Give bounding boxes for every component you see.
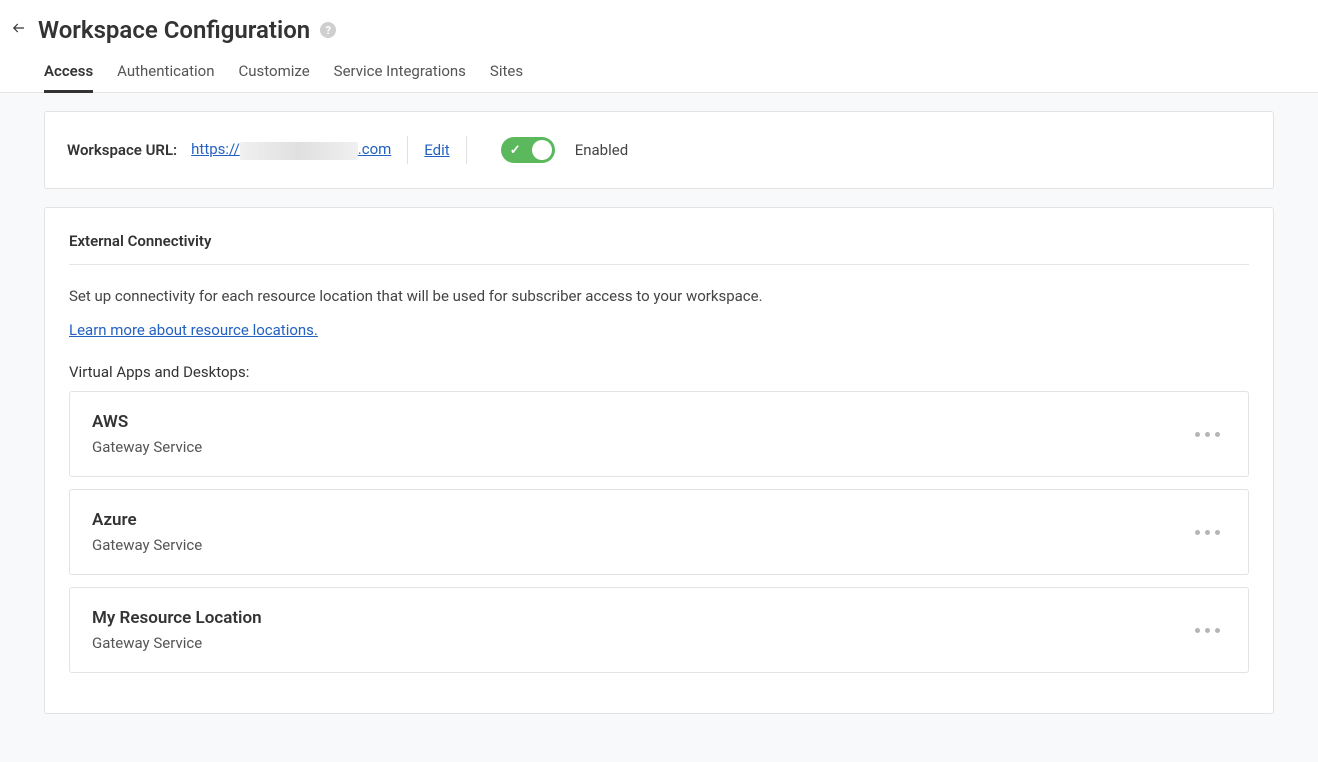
more-menu-icon[interactable] <box>1189 524 1226 541</box>
external-connectivity-description: Set up connectivity for each resource lo… <box>69 287 1249 305</box>
url-prefix: https:// <box>191 140 240 158</box>
resource-location-service: Gateway Service <box>92 536 202 554</box>
url-redacted: xxxxxxxxxxxxxxxx <box>240 142 358 160</box>
external-connectivity-card: External Connectivity Set up connectivit… <box>44 207 1274 714</box>
tab-authentication[interactable]: Authentication <box>117 62 214 92</box>
resource-location-name: AWS <box>92 412 202 432</box>
tab-bar: Access Authentication Customize Service Int… <box>0 44 1318 93</box>
resource-location-name: Azure <box>92 510 202 530</box>
workspace-url-link[interactable]: https://xxxxxxxxxxxxxxxx.com <box>191 140 391 159</box>
page-title: Workspace Configuration <box>38 16 310 44</box>
url-suffix: .com <box>358 140 392 158</box>
resource-location-service: Gateway Service <box>92 438 202 456</box>
resource-location-list: AWSGateway ServiceAzureGateway ServiceMy… <box>69 391 1249 673</box>
check-icon: ✓ <box>510 143 521 158</box>
enable-toggle[interactable]: ✓ <box>501 137 555 163</box>
resource-location-item: My Resource Location Gateway Service <box>69 587 1249 673</box>
external-connectivity-title: External Connectivity <box>69 232 1249 265</box>
toggle-knob <box>532 140 552 160</box>
workspace-url-label: Workspace URL: <box>67 141 177 159</box>
resource-location-item: AWS Gateway Service <box>69 391 1249 477</box>
back-icon[interactable] <box>10 19 28 41</box>
enabled-label: Enabled <box>575 141 628 159</box>
learn-more-link[interactable]: Learn more about resource locations. <box>69 321 318 339</box>
workspace-url-card: Workspace URL: https://xxxxxxxxxxxxxxxx.… <box>44 111 1274 189</box>
resource-location-item: Azure Gateway Service <box>69 489 1249 575</box>
edit-url-link[interactable]: Edit <box>424 141 449 159</box>
tab-service-integrations[interactable]: Service Integrations <box>334 62 466 92</box>
more-menu-icon[interactable] <box>1189 622 1226 639</box>
separator <box>407 136 408 164</box>
help-icon[interactable]: ? <box>320 22 336 38</box>
separator <box>466 136 467 164</box>
resource-location-name: My Resource Location <box>92 608 262 628</box>
content-area: Workspace URL: https://xxxxxxxxxxxxxxxx.… <box>0 93 1318 762</box>
tab-customize[interactable]: Customize <box>239 62 310 92</box>
tab-access[interactable]: Access <box>44 62 93 93</box>
tab-sites[interactable]: Sites <box>490 62 523 92</box>
virtual-apps-subheading: Virtual Apps and Desktops: <box>69 363 1249 381</box>
resource-location-service: Gateway Service <box>92 634 262 652</box>
more-menu-icon[interactable] <box>1189 426 1226 443</box>
